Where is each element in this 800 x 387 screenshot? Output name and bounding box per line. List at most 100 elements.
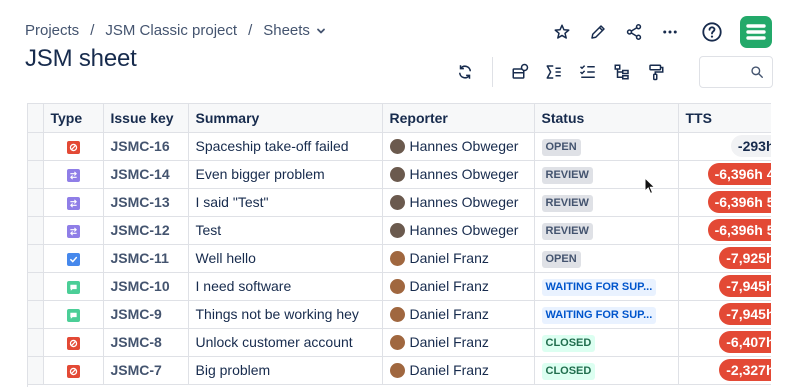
tts-cell[interactable]: -7,925h	[678, 244, 771, 273]
issue-key-cell[interactable]: JSMC-14	[103, 160, 189, 189]
row-number-cell[interactable]	[28, 328, 44, 357]
status-cell[interactable]: CLOSED	[534, 356, 679, 385]
issue-key-cell[interactable]: JSMC-16	[103, 132, 189, 161]
table-row[interactable]: JSMC-16 Spaceship take-off failed Hannes O…	[28, 132, 771, 161]
summary-cell[interactable]: Unlock customer account	[188, 328, 383, 357]
paint-format-icon[interactable]	[639, 56, 673, 88]
row-number-cell[interactable]	[28, 188, 44, 217]
share-icon[interactable]	[616, 16, 652, 48]
edit-icon[interactable]	[580, 16, 616, 48]
tts-cell[interactable]: -6,407h	[678, 328, 771, 357]
issue-key-cell[interactable]: JSMC-9	[103, 300, 189, 329]
service-request-icon	[66, 308, 80, 322]
type-cell[interactable]	[43, 272, 104, 301]
checklist-icon[interactable]	[571, 56, 605, 88]
summary-cell[interactable]: I need software	[188, 272, 383, 301]
change-icon	[66, 168, 80, 182]
reporter-cell[interactable]: Hannes Obweger	[382, 216, 535, 245]
summary-cell[interactable]: Things not be working hey	[188, 300, 383, 329]
reporter-cell[interactable]: Hannes Obweger	[382, 132, 535, 161]
type-cell[interactable]	[43, 328, 104, 357]
more-icon[interactable]	[652, 16, 688, 48]
table-row[interactable]: JSMC-8 Unlock customer account Daniel Fran…	[28, 328, 771, 357]
table-row[interactable]: JSMC-14 Even bigger problem Hannes Obweger…	[28, 160, 771, 189]
summary-cell[interactable]: Spaceship take-off failed	[188, 132, 383, 161]
star-icon[interactable]	[544, 16, 580, 48]
reporter-cell[interactable]: Daniel Franz	[382, 300, 535, 329]
tts-cell[interactable]: -2,327h	[678, 356, 771, 385]
column-header-summary[interactable]: Summary	[188, 104, 383, 133]
type-cell[interactable]	[43, 300, 104, 329]
type-cell[interactable]	[43, 216, 104, 245]
table-row[interactable]: JSMC-9 Things not be working hey Daniel Fr…	[28, 300, 771, 329]
row-number-cell[interactable]	[28, 300, 44, 329]
reporter-cell[interactable]: Daniel Franz	[382, 272, 535, 301]
row-number-cell[interactable]	[28, 244, 44, 273]
summary-cell[interactable]: Test	[188, 216, 383, 245]
issue-key-cell[interactable]: JSMC-13	[103, 188, 189, 217]
status-cell[interactable]: REVIEW	[534, 188, 679, 217]
reporter-cell[interactable]: Daniel Franz	[382, 244, 535, 273]
status-cell[interactable]: WAITING FOR SUP...	[534, 272, 679, 301]
type-cell[interactable]	[43, 188, 104, 217]
breadcrumb-separator: /	[248, 22, 253, 39]
top-actions	[544, 16, 772, 48]
row-number-cell[interactable]	[28, 160, 44, 189]
tts-cell[interactable]: -293h	[678, 132, 771, 161]
refresh-icon[interactable]	[448, 56, 482, 88]
tts-cell[interactable]: -6,396h 5	[678, 216, 771, 245]
tts-cell[interactable]: -7,945h	[678, 300, 771, 329]
breadcrumb-project[interactable]: JSM Classic project	[105, 22, 237, 39]
summary-cell[interactable]: Well hello	[188, 244, 383, 273]
status-cell[interactable]: CLOSED	[534, 328, 679, 357]
status-cell[interactable]: REVIEW	[534, 160, 679, 189]
status-cell[interactable]: OPEN	[534, 132, 679, 161]
status-cell[interactable]: REVIEW	[534, 216, 679, 245]
table-row[interactable]: JSMC-12 Test Hannes Obweger REVIEW -6,396h 5	[28, 216, 771, 245]
summary-cell[interactable]: Even bigger problem	[188, 160, 383, 189]
search-input[interactable]	[699, 56, 773, 88]
status-cell[interactable]: OPEN	[534, 244, 679, 273]
column-header-status[interactable]: Status	[534, 104, 679, 133]
table-row[interactable]: JSMC-10 I need software Daniel Franz WAITIN…	[28, 272, 771, 301]
type-cell[interactable]	[43, 356, 104, 385]
sum-icon[interactable]	[537, 56, 571, 88]
issue-key-cell[interactable]: JSMC-11	[103, 244, 189, 273]
type-cell[interactable]	[43, 132, 104, 161]
row-number-cell[interactable]	[28, 272, 44, 301]
reporter-cell[interactable]: Daniel Franz	[382, 328, 535, 357]
help-icon[interactable]	[694, 16, 730, 48]
summary-cell[interactable]: I said "Test"	[188, 188, 383, 217]
issue-key-cell[interactable]: JSMC-8	[103, 328, 189, 357]
views-icon[interactable]	[503, 56, 537, 88]
breadcrumb-sheets[interactable]: Sheets	[263, 22, 310, 39]
issue-key-cell[interactable]: JSMC-7	[103, 356, 189, 385]
reporter-cell[interactable]: Hannes Obweger	[382, 160, 535, 189]
tts-cell[interactable]: -6,396h 4	[678, 160, 771, 189]
column-header-type[interactable]: Type	[43, 104, 104, 133]
table-row[interactable]: JSMC-11 Well hello Daniel Franz OPEN -7,925h	[28, 244, 771, 273]
issue-key-cell[interactable]: JSMC-12	[103, 216, 189, 245]
breadcrumb-projects[interactable]: Projects	[25, 22, 79, 39]
status-cell[interactable]: WAITING FOR SUP...	[534, 300, 679, 329]
hierarchy-icon[interactable]	[605, 56, 639, 88]
summary-cell[interactable]: Big problem	[188, 356, 383, 385]
issue-key-cell[interactable]: JSMC-10	[103, 272, 189, 301]
reporter-name: Daniel Franz	[409, 334, 489, 350]
row-number-cell[interactable]	[28, 216, 44, 245]
tts-cell[interactable]: -7,945h	[678, 272, 771, 301]
reporter-cell[interactable]: Daniel Franz	[382, 356, 535, 385]
type-cell[interactable]	[43, 160, 104, 189]
app-logo[interactable]	[740, 16, 772, 48]
type-cell[interactable]	[43, 244, 104, 273]
chevron-down-icon[interactable]	[316, 26, 326, 36]
column-header-key[interactable]: Issue key	[103, 104, 189, 133]
row-number-cell[interactable]	[28, 132, 44, 161]
reporter-cell[interactable]: Hannes Obweger	[382, 188, 535, 217]
column-header-tts[interactable]: TTS	[678, 104, 771, 133]
column-header-reporter[interactable]: Reporter	[382, 104, 535, 133]
table-row[interactable]: JSMC-13 I said "Test" Hannes Obweger REVIEW…	[28, 188, 771, 217]
tts-cell[interactable]: -6,396h 5	[678, 188, 771, 217]
table-row[interactable]: JSMC-7 Big problem Daniel Franz CLOSED -2,32…	[28, 356, 771, 385]
row-number-cell[interactable]	[28, 356, 44, 385]
